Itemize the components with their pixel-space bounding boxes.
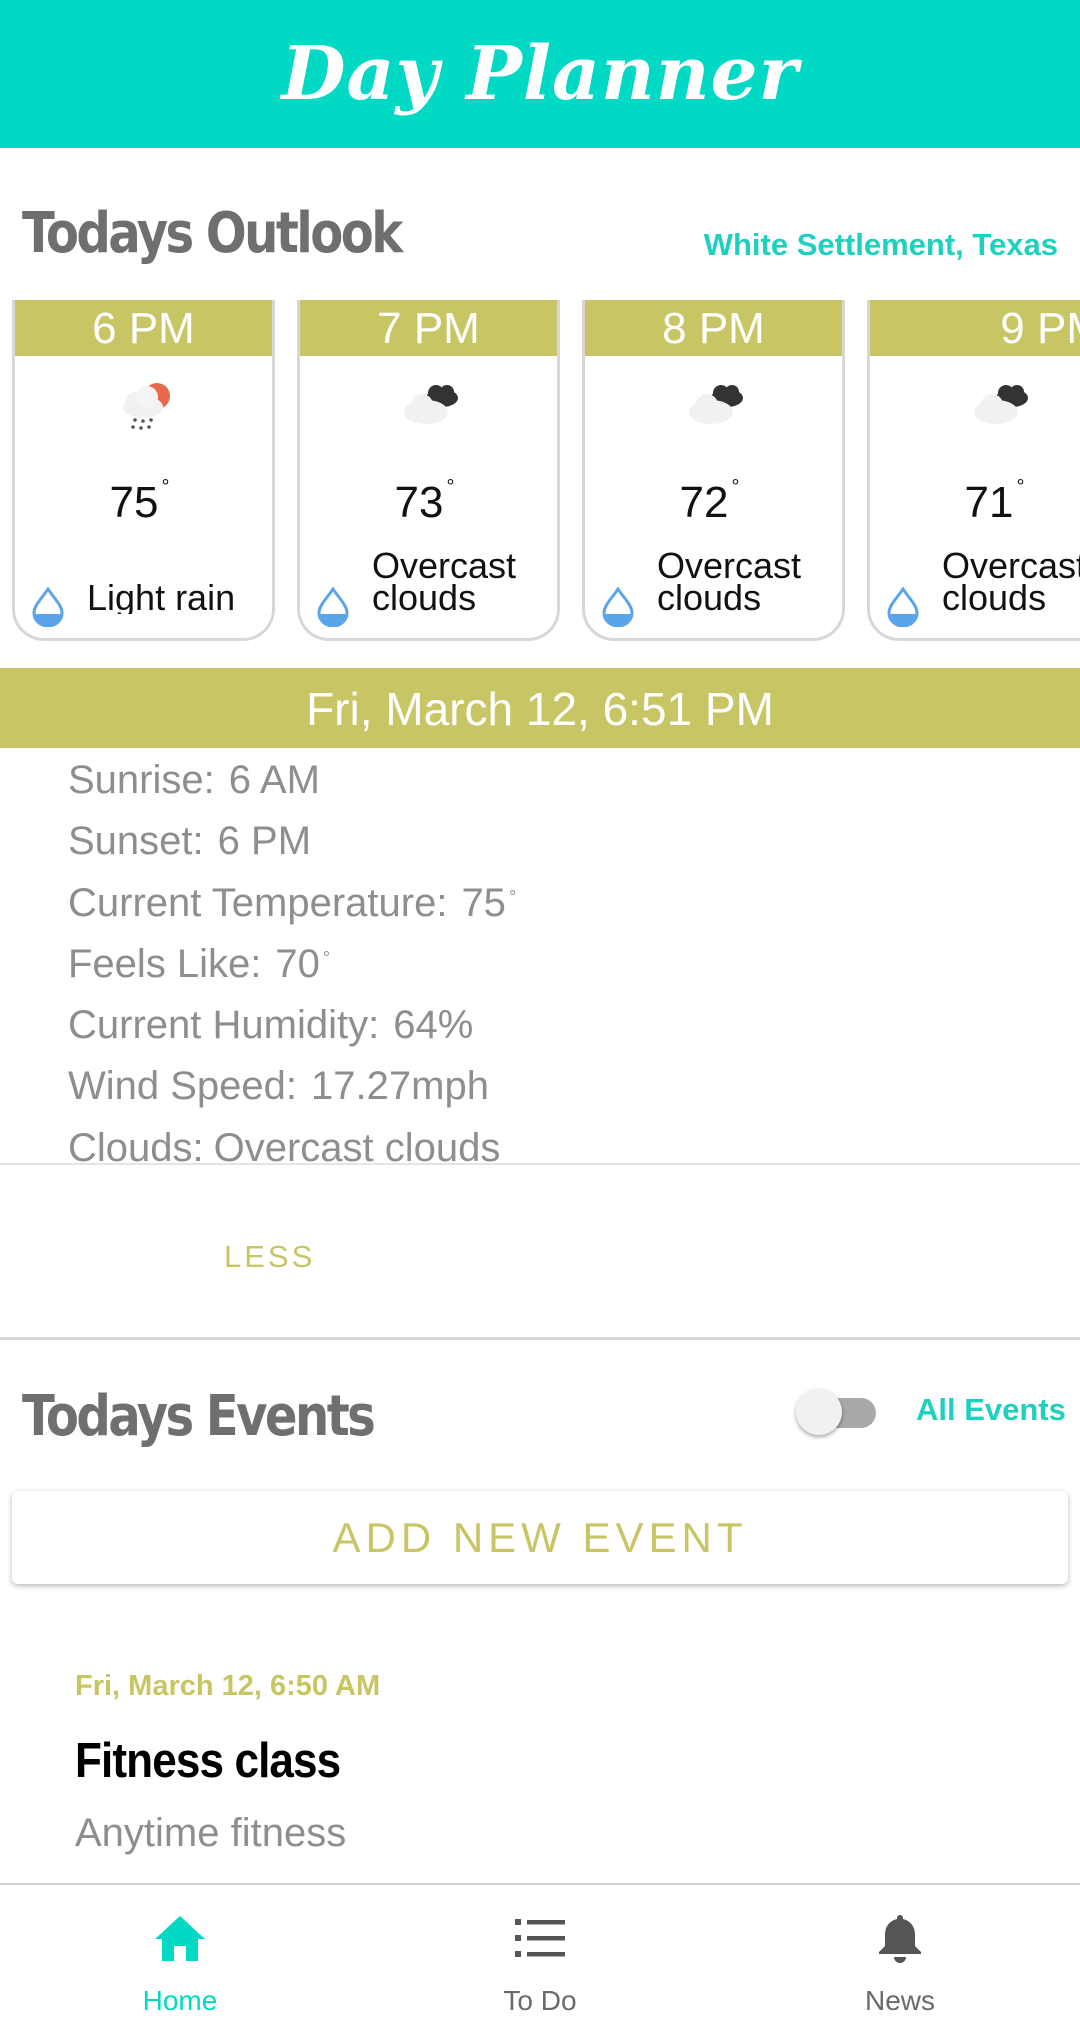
toggle-thumb xyxy=(796,1389,842,1435)
overcast-clouds-icon xyxy=(974,385,1028,424)
humidity-drop-icon xyxy=(317,587,349,627)
all-events-label[interactable]: All Events xyxy=(916,1392,1066,1428)
hour-temperature: 75 ° xyxy=(109,476,170,527)
rain-cloud-sun-icon xyxy=(123,383,170,430)
humidity-drop-icon xyxy=(887,587,919,627)
overcast-clouds-icon xyxy=(404,385,458,424)
hourly-forecast-strip[interactable]: 6 PM 75 ° Light rain 7 PM 73 ° Overcast … xyxy=(12,300,1080,643)
hour-temperature: 71 ° xyxy=(964,476,1025,527)
hour-description: Overcast clouds xyxy=(942,550,1080,614)
weather-details: Sunrise: 6 AM Sunset: 6 PM Current Tempera… xyxy=(68,750,516,1179)
nav-label: Home xyxy=(142,1985,218,2016)
current-datetime-bar: Fri, March 12, 6:51 PM xyxy=(0,668,1080,748)
detail-sunset: Sunset: 6 PM xyxy=(68,819,312,864)
hour-card[interactable]: 8 PM 72 ° Overcast clouds xyxy=(582,300,845,641)
hour-temperature: 72 ° xyxy=(679,476,740,527)
detail-wind-speed: Wind Speed: 17.27mph xyxy=(68,1064,489,1109)
humidity-drop-icon xyxy=(602,587,634,627)
hour-card[interactable]: 7 PM 73 ° Overcast clouds xyxy=(297,300,560,641)
detail-sunrise: Sunrise: 6 AM xyxy=(68,758,320,802)
nav-home[interactable]: Home xyxy=(80,1913,280,2017)
outlook-title: Todays Outlook xyxy=(22,201,403,266)
app-title: Day Planner xyxy=(281,31,799,117)
bell-icon xyxy=(879,1915,921,1963)
nav-todo[interactable]: To Do xyxy=(440,1913,640,2017)
event-location: Anytime fitness xyxy=(75,1811,347,1855)
hour-description: Overcast clouds xyxy=(372,550,517,614)
detail-clouds: Clouds: Overcast clouds xyxy=(68,1125,501,1170)
all-events-toggle[interactable] xyxy=(796,1389,880,1435)
humidity-drop-icon xyxy=(32,587,64,627)
divider xyxy=(0,1163,1080,1165)
event-date: Fri, March 12, 6:50 AM xyxy=(75,1670,381,1702)
nav-label: To Do xyxy=(503,1985,577,2016)
home-icon xyxy=(155,1916,205,1961)
app-header: Day Planner xyxy=(0,0,1080,148)
overcast-clouds-icon xyxy=(689,385,743,424)
hour-description: Overcast clouds xyxy=(657,550,802,614)
weather-card: Todays Outlook White Settlement, Texas 6… xyxy=(0,149,1080,1340)
hour-time: 7 PM xyxy=(300,300,557,356)
event-title: Fitness class xyxy=(75,1734,341,1788)
hour-time: 9 PM xyxy=(870,300,1080,356)
bottom-navigation: Home To Do News xyxy=(0,1883,1080,2032)
hour-temperature: 73 ° xyxy=(394,476,455,527)
hour-card[interactable]: 9 PM 71° Overcastclouds xyxy=(867,300,1080,641)
detail-humidity: Current Humidity: 64% xyxy=(68,1003,474,1048)
less-button[interactable]: LESS xyxy=(224,1239,315,1275)
hour-time: 8 PM xyxy=(585,300,842,356)
hour-time: 6 PM xyxy=(15,300,272,356)
events-title: Todays Events xyxy=(22,1384,376,1449)
detail-current-temperature: Current Temperature: 75 ° xyxy=(68,880,517,925)
hour-card[interactable]: 6 PM 75 ° Light rain xyxy=(12,300,275,641)
nav-label: News xyxy=(864,1985,935,2016)
add-new-event-button[interactable]: ADD NEW EVENT xyxy=(12,1491,1068,1584)
nav-news[interactable]: News xyxy=(800,1913,1000,2017)
detail-feels-like: Feels Like: 70 ° xyxy=(68,941,331,986)
hour-description: Light rain xyxy=(87,582,236,614)
event-item[interactable]: Fri, March 12, 6:50 AM Fitness class Any… xyxy=(75,1670,975,1856)
location-link[interactable]: White Settlement, Texas xyxy=(704,227,1058,263)
list-icon xyxy=(515,1919,565,1957)
